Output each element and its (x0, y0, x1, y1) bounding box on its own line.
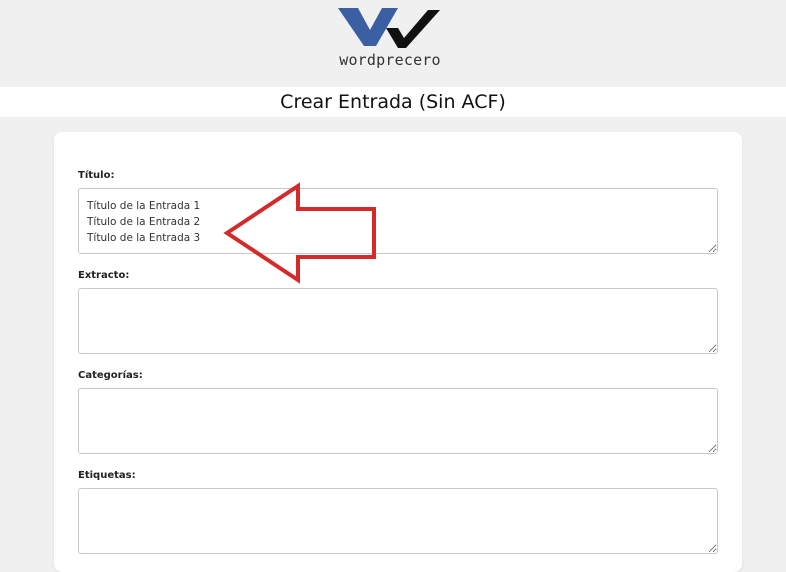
field-titulo: Título: (78, 170, 718, 254)
wordprecero-logo-icon (338, 8, 440, 48)
site-logo[interactable]: wordprecero (330, 6, 450, 69)
site-header: wordprecero (0, 0, 786, 86)
title-bar: Crear Entrada (Sin ACF) (0, 87, 786, 117)
categorias-textarea[interactable] (78, 388, 718, 454)
categorias-label: Categorías: (78, 370, 143, 381)
field-categorias: Categorías: (78, 370, 718, 454)
titulo-textarea[interactable] (78, 188, 718, 254)
etiquetas-label: Etiquetas: (78, 470, 136, 481)
page-title: Crear Entrada (Sin ACF) (280, 91, 506, 113)
logo-text: wordprecero (339, 51, 441, 69)
titulo-label: Título: (78, 170, 115, 181)
extracto-textarea[interactable] (78, 288, 718, 354)
field-etiquetas: Etiquetas: (78, 470, 718, 554)
create-post-form: Título: Extracto: Categorías: Etiquetas: (54, 132, 742, 572)
field-extracto: Extracto: (78, 270, 718, 354)
etiquetas-textarea[interactable] (78, 488, 718, 554)
extracto-label: Extracto: (78, 270, 130, 281)
